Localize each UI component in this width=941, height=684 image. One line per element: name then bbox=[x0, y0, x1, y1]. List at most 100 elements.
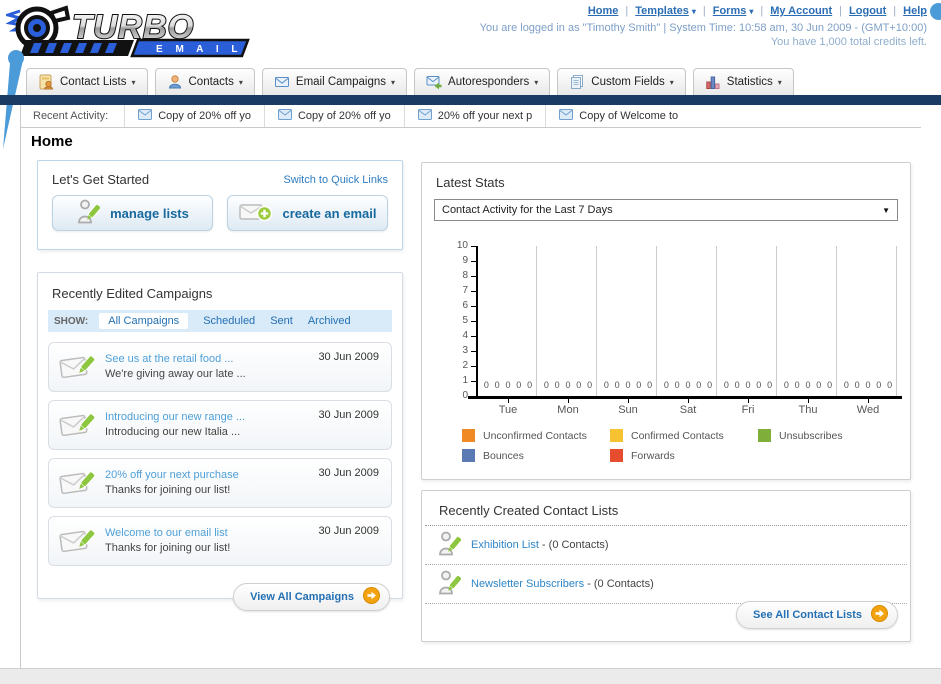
chart-category-labels: Tue Mon Sun Sat Fri Thu Wed bbox=[478, 404, 898, 416]
filter-scheduled[interactable]: Scheduled bbox=[203, 315, 255, 327]
tab-contacts[interactable]: Contacts ▾ bbox=[154, 68, 255, 95]
contact-list-text: Newsletter Subscribers - (0 Contacts) bbox=[471, 578, 654, 590]
value-label: 0 bbox=[783, 380, 789, 390]
campaign-item[interactable]: 20% off your next purchase Thanks for joi… bbox=[48, 458, 392, 508]
separator: | bbox=[839, 5, 843, 17]
campaign-item-texts: See us at the retail food ... We're givin… bbox=[105, 352, 246, 382]
x-tick-mark bbox=[748, 399, 749, 403]
filter-all-campaigns[interactable]: All Campaigns bbox=[99, 313, 189, 329]
recent-activity-label: Recent Activity: bbox=[33, 110, 109, 122]
campaign-list: See us at the retail food ... We're givin… bbox=[38, 332, 402, 566]
category-label-mon: Mon bbox=[557, 404, 579, 416]
contact-activity-chart: 10 9 8 7 6 5 4 3 2 1 0 0 0 0 0 0 0 0 0 0 0 0 0 0 0 0 0 0 0 0 0 0 0 0 0 0 0 0 0… bbox=[440, 240, 902, 421]
header-link-home[interactable]: Home bbox=[588, 5, 619, 17]
campaign-title-link[interactable]: 20% off your next purchase bbox=[105, 468, 239, 483]
value-label: 0 bbox=[576, 380, 582, 390]
view-all-campaigns-label: View All Campaigns bbox=[250, 591, 354, 603]
header-link-logout[interactable]: Logout bbox=[849, 5, 886, 17]
credits-text: You have 1,000 total credits left. bbox=[770, 36, 927, 48]
separator: | bbox=[702, 5, 706, 17]
contact-list-count: - (0 Contacts) bbox=[584, 578, 654, 590]
value-label-group: 00000 bbox=[538, 380, 598, 390]
tab-label-custom-fields: Custom Fields bbox=[591, 76, 665, 88]
value-label: 0 bbox=[887, 380, 893, 390]
campaign-item-texts: Welcome to our email list Thanks for join… bbox=[105, 526, 230, 556]
value-label: 0 bbox=[854, 380, 860, 390]
value-label-group: 00000 bbox=[778, 380, 838, 390]
create-an-email-button[interactable]: create an email bbox=[227, 195, 388, 231]
campaign-date: 30 Jun 2009 bbox=[318, 351, 379, 363]
campaign-item[interactable]: Welcome to our email list Thanks for join… bbox=[48, 516, 392, 566]
category-label-sun: Sun bbox=[618, 404, 638, 416]
campaign-item[interactable]: See us at the retail food ... We're givin… bbox=[48, 342, 392, 392]
chart-legend: Unconfirmed Contacts Confirmed Contacts Un… bbox=[462, 429, 918, 462]
value-label: 0 bbox=[827, 380, 833, 390]
recent-activity-item[interactable]: Copy of 20% off yo bbox=[124, 105, 264, 127]
tab-custom-fields[interactable]: Custom Fields ▾ bbox=[557, 68, 686, 95]
value-label-group: 00000 bbox=[718, 380, 778, 390]
campaign-item-texts: Introducing our new range ... Introducing… bbox=[105, 410, 245, 440]
filter-archived[interactable]: Archived bbox=[308, 315, 351, 327]
email-campaigns-icon bbox=[274, 74, 290, 90]
switch-to-quick-links[interactable]: Switch to Quick Links bbox=[283, 174, 388, 186]
see-all-contact-lists-button[interactable]: See All Contact Lists bbox=[735, 601, 898, 629]
tab-statistics[interactable]: Statistics ▾ bbox=[692, 68, 794, 95]
chevron-down-icon: ▾ bbox=[131, 77, 136, 87]
value-label: 0 bbox=[674, 380, 680, 390]
recent-activity-bar: Recent Activity: Copy of 20% off yo Copy … bbox=[21, 105, 921, 128]
recent-activity-item[interactable]: 20% off your next p bbox=[403, 105, 546, 127]
chart-y-axis bbox=[476, 246, 478, 396]
value-label: 0 bbox=[734, 380, 740, 390]
campaign-title-link[interactable]: Introducing our new range ... bbox=[105, 410, 245, 425]
chart-gridline bbox=[836, 246, 837, 396]
value-label: 0 bbox=[805, 380, 811, 390]
arrow-circle-icon bbox=[871, 605, 888, 625]
contact-list-link[interactable]: Exhibition List bbox=[471, 539, 539, 551]
login-status-text: You are logged in as "Timothy Smith" | S… bbox=[479, 22, 927, 34]
recent-activity-item[interactable]: Copy of Welcome to bbox=[545, 105, 691, 127]
view-all-campaigns-button[interactable]: View All Campaigns bbox=[233, 583, 390, 611]
header-links: Home | Templates ▾ | Forms ▾ | My Account | Logout… bbox=[588, 5, 927, 17]
header-link-templates[interactable]: Templates ▾ bbox=[635, 5, 696, 17]
get-started-title: Let's Get Started bbox=[52, 172, 150, 187]
nav-divider-bar bbox=[0, 95, 941, 105]
tab-contact-lists[interactable]: Contact Lists ▾ bbox=[26, 68, 148, 95]
filter-sent[interactable]: Sent bbox=[270, 315, 293, 327]
tab-email-campaigns[interactable]: Email Campaigns ▾ bbox=[261, 68, 408, 95]
value-label: 0 bbox=[505, 380, 511, 390]
value-label: 0 bbox=[685, 380, 691, 390]
header-link-my-account[interactable]: My Account bbox=[770, 5, 832, 17]
header-link-help[interactable]: Help bbox=[903, 5, 927, 17]
recent-campaigns-panel: Recently Edited Campaigns SHOW: All Camp… bbox=[37, 272, 403, 611]
create-an-email-label: create an email bbox=[282, 205, 377, 221]
tab-autoresponders[interactable]: Autoresponders ▾ bbox=[414, 68, 551, 95]
recent-activity-item[interactable]: Copy of 20% off yo bbox=[263, 105, 404, 127]
contact-lists-panel: Recently Created Contact Lists Exhibitio… bbox=[421, 490, 911, 642]
header-link-forms[interactable]: Forms ▾ bbox=[713, 5, 754, 17]
envelope-plus-icon bbox=[238, 200, 273, 227]
person-pencil-icon bbox=[437, 530, 463, 561]
stats-period-select[interactable]: Contact Activity for the Last 7 Days ▼ bbox=[434, 199, 898, 221]
category-label-thu: Thu bbox=[798, 404, 818, 416]
chevron-down-icon: ▾ bbox=[691, 7, 696, 16]
campaign-title-link[interactable]: Welcome to our email list bbox=[105, 526, 230, 541]
campaign-subtitle: Thanks for joining our list! bbox=[105, 542, 231, 554]
contact-lists-icon bbox=[38, 74, 54, 90]
campaign-date: 30 Jun 2009 bbox=[318, 525, 379, 537]
contact-list-item[interactable]: Exhibition List - (0 Contacts) bbox=[425, 526, 907, 565]
campaign-subtitle: Introducing our new Italia ... bbox=[105, 426, 241, 438]
logo-graphic: E M A I L TURBO bbox=[2, 5, 250, 58]
campaign-title-link[interactable]: See us at the retail food ... bbox=[105, 352, 246, 367]
legend-item-bounces: Bounces bbox=[462, 449, 610, 462]
value-label-group: 00000 bbox=[658, 380, 718, 390]
contact-list-link[interactable]: Newsletter Subscribers bbox=[471, 578, 584, 590]
campaign-item[interactable]: Introducing our new range ... Introducing… bbox=[48, 400, 392, 450]
manage-lists-button[interactable]: manage lists bbox=[52, 195, 213, 231]
category-label-sat: Sat bbox=[679, 404, 697, 416]
value-label: 0 bbox=[625, 380, 631, 390]
logo-sub-text: E M A I L bbox=[156, 44, 242, 55]
contact-list-item[interactable]: Newsletter Subscribers - (0 Contacts) bbox=[425, 565, 907, 604]
y-tick-label: 6 bbox=[462, 300, 468, 311]
y-tick-label: 3 bbox=[462, 345, 468, 356]
y-tick-label: 4 bbox=[462, 330, 468, 341]
